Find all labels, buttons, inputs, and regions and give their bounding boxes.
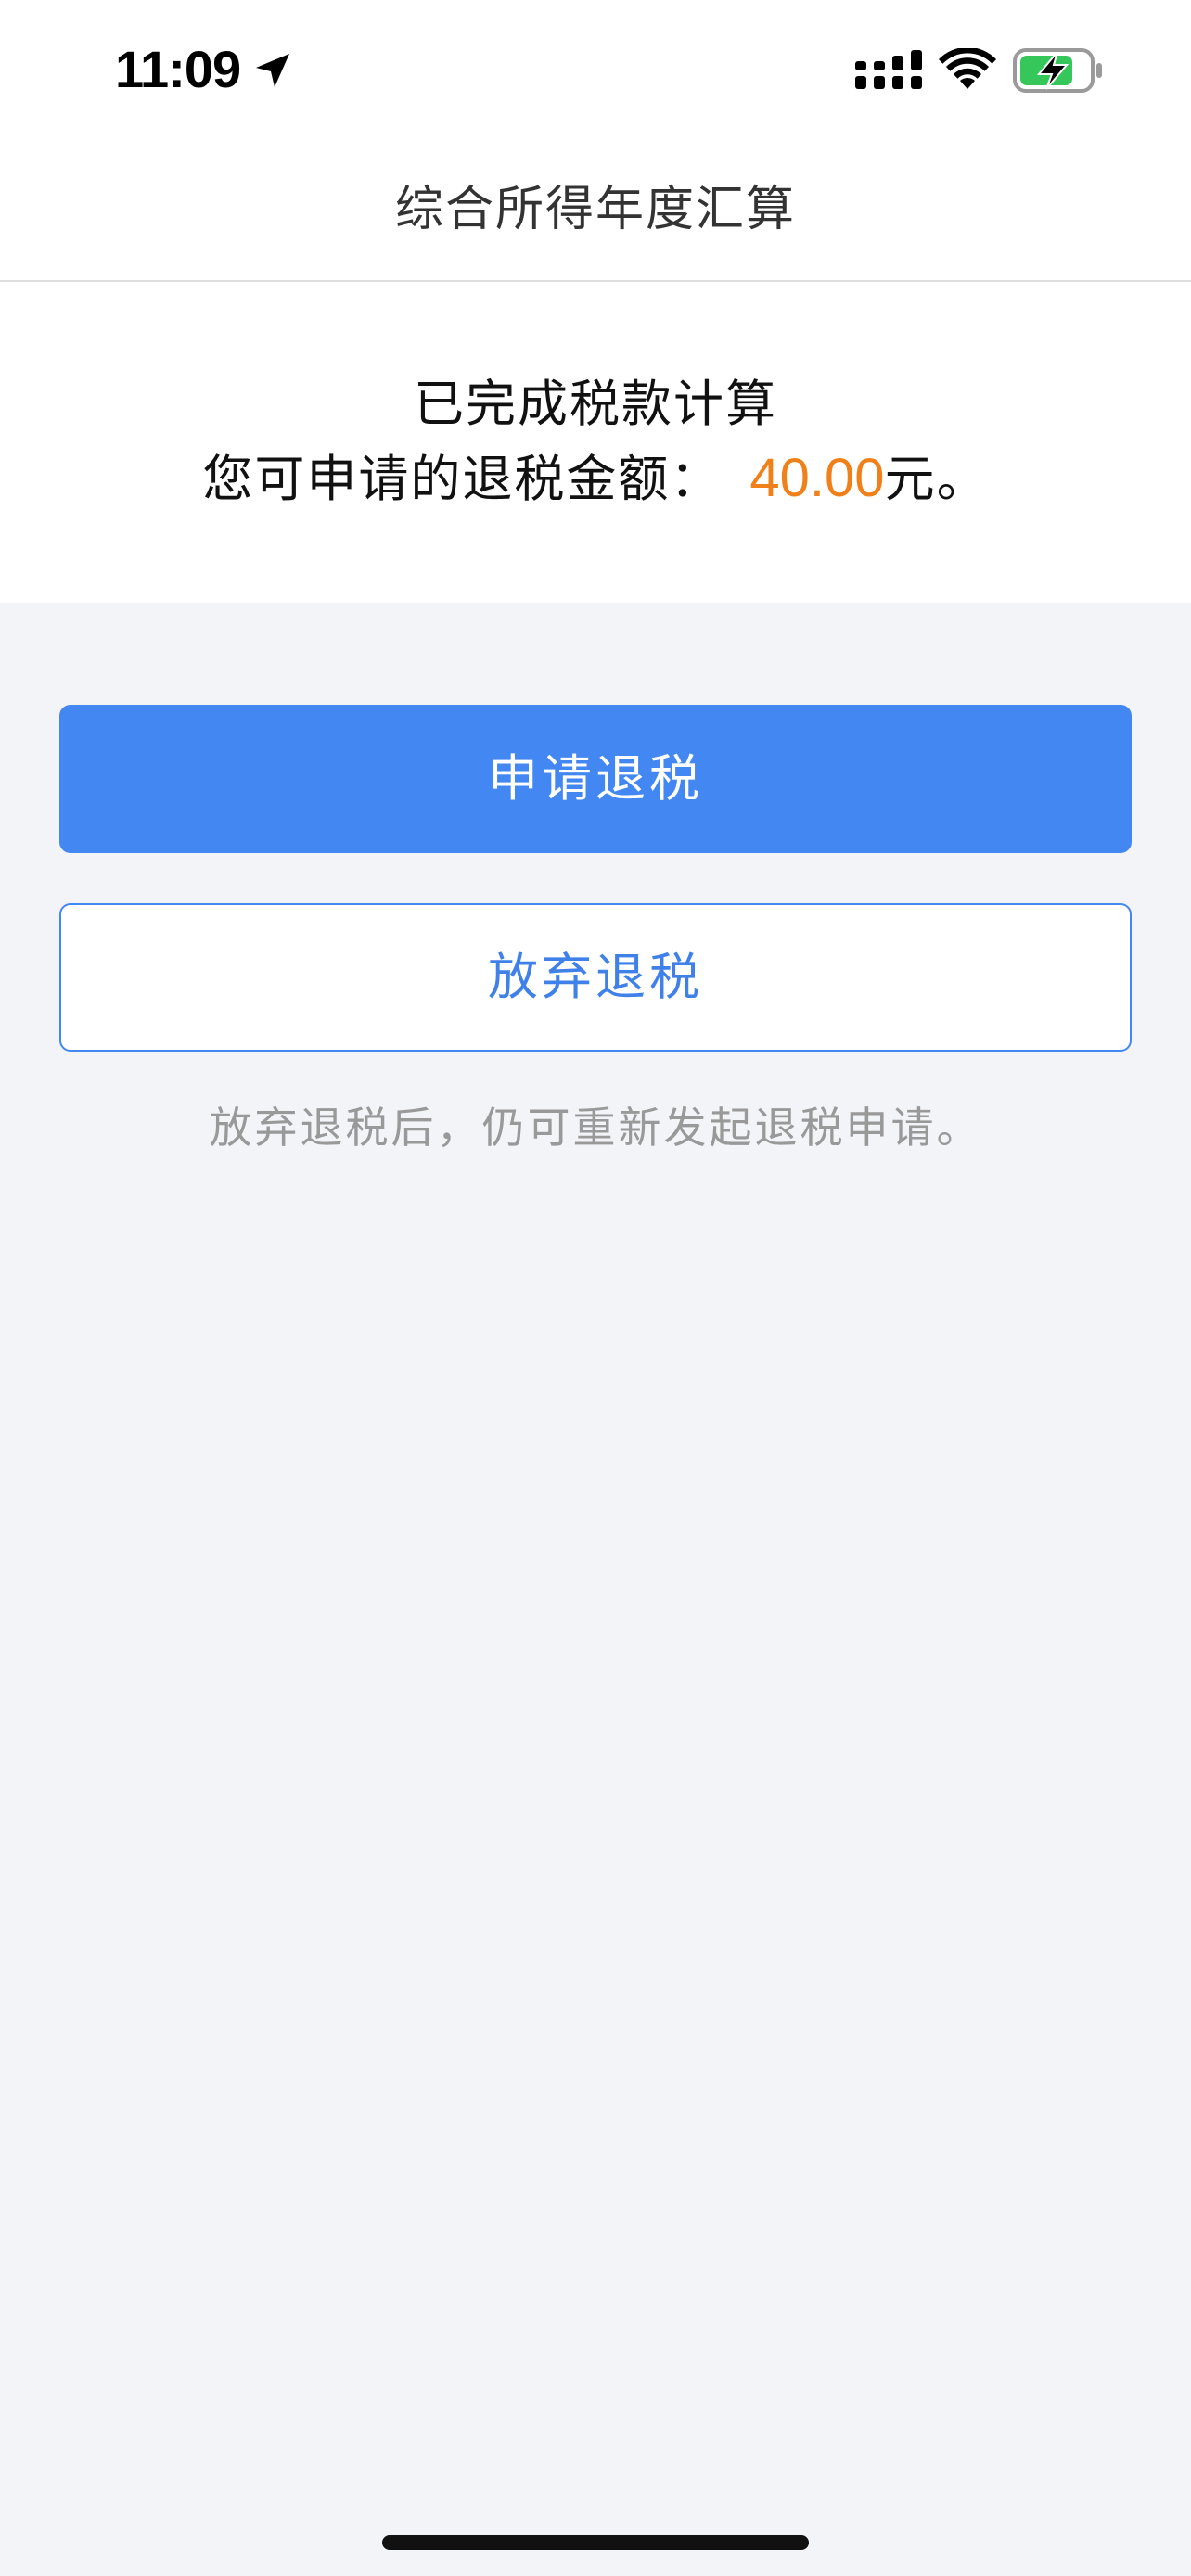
- home-indicator[interactable]: [382, 2535, 809, 2550]
- refund-amount-unit: 元。: [884, 450, 989, 508]
- abandon-refund-button[interactable]: 放弃退税: [59, 903, 1132, 1052]
- wifi-icon: [939, 48, 996, 89]
- refund-summary: 已完成税款计算 您可申请的退税金额： 40.00元。: [0, 282, 1191, 603]
- refund-amount-value: 40.00: [749, 448, 885, 508]
- status-time: 11:09: [115, 40, 241, 98]
- refund-amount-label: 您可申请的退税金额：: [202, 450, 723, 508]
- location-arrow-icon: [256, 54, 289, 87]
- apply-refund-button[interactable]: 申请退税: [59, 705, 1132, 853]
- page-title: 综合所得年度汇算: [394, 182, 796, 237]
- signal-icon: [855, 50, 922, 89]
- status-bar: 11:09: [0, 0, 1191, 139]
- battery-charging-icon: [1013, 48, 1102, 93]
- refund-amount-line: 您可申请的退税金额： 40.00元。: [0, 441, 1191, 516]
- navigation-bar: 综合所得年度汇算: [0, 139, 1191, 282]
- calculation-complete-text: 已完成税款计算: [414, 375, 777, 433]
- abandon-hint-text: 放弃退税后，仍可重新发起退税申请。: [209, 1103, 982, 1153]
